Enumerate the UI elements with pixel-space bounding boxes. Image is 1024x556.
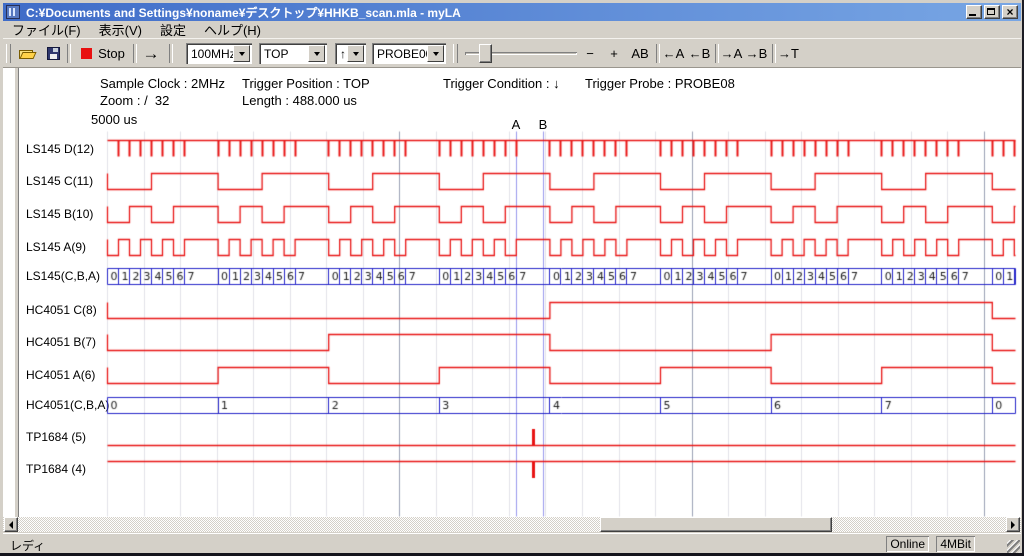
arrow-left-icon <box>9 521 13 529</box>
app-window: C:¥Documents and Settings¥noname¥デスクトップ¥… <box>0 0 1024 556</box>
scrollbar-thumb[interactable] <box>600 517 832 532</box>
status-ready-text: レディ <box>10 537 45 554</box>
waveform-plot[interactable] <box>0 0 1024 556</box>
status-bar: レディ Online 4MBit <box>3 533 1021 554</box>
status-memory-badge: 4MBit <box>936 536 975 552</box>
status-online-badge: Online <box>886 536 929 552</box>
scroll-left-button[interactable] <box>4 517 18 532</box>
arrow-right-icon <box>1011 521 1015 529</box>
scroll-right-button[interactable] <box>1006 517 1020 532</box>
horizontal-scrollbar[interactable] <box>3 517 1021 532</box>
resize-grip-icon[interactable] <box>1007 540 1020 553</box>
